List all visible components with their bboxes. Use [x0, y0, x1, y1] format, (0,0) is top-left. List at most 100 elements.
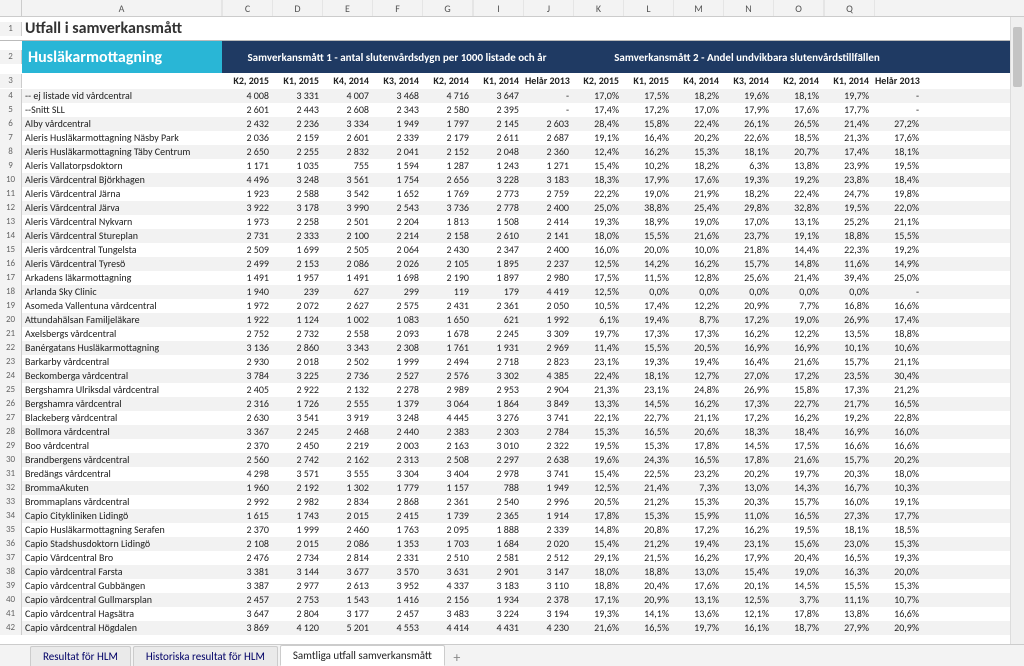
row-number[interactable]: 41: [0, 607, 22, 621]
scrollbar-thumb[interactable]: [1013, 27, 1022, 87]
data-cell[interactable]: 17,3%: [622, 327, 672, 341]
data-cell[interactable]: 15,7%: [772, 495, 822, 509]
data-cell[interactable]: 21,2%: [622, 537, 672, 551]
data-cell[interactable]: 2 499: [222, 257, 272, 271]
row-name[interactable]: Alby vårdcentral: [22, 117, 222, 131]
data-cell[interactable]: 25,6%: [722, 271, 772, 285]
data-cell[interactable]: 3 404: [422, 467, 472, 481]
row-name[interactable]: --Snitt SLL: [22, 103, 222, 117]
row-number[interactable]: 32: [0, 481, 22, 495]
data-cell[interactable]: 20,2%: [722, 467, 772, 481]
data-cell[interactable]: 17,3%: [722, 397, 772, 411]
data-cell[interactable]: 0,0%: [672, 285, 722, 299]
data-cell[interactable]: 14,3%: [772, 481, 822, 495]
data-cell[interactable]: 21,6%: [572, 621, 622, 635]
data-cell[interactable]: 2 159: [272, 131, 322, 145]
data-cell[interactable]: 16,2%: [672, 551, 722, 565]
data-cell[interactable]: 4 298: [222, 467, 272, 481]
col-letter-C[interactable]: C: [223, 0, 273, 16]
row-number[interactable]: 8: [0, 145, 22, 159]
data-cell[interactable]: 1 999: [372, 355, 422, 369]
col-letter-D[interactable]: D: [273, 0, 323, 16]
col-letter-A[interactable]: A: [22, 0, 222, 16]
data-cell[interactable]: 19,0%: [622, 187, 672, 201]
data-cell[interactable]: 15,4%: [572, 537, 622, 551]
data-cell[interactable]: 2 969: [522, 341, 572, 355]
row-name[interactable]: Asomeda Vallentuna vårdcentral: [22, 299, 222, 313]
data-cell[interactable]: 18,2%: [672, 159, 722, 173]
row-name[interactable]: Aleris vårdcentral Tungelsta: [22, 243, 222, 257]
data-cell[interactable]: 1 931: [472, 341, 522, 355]
data-cell[interactable]: 19,1%: [772, 229, 822, 243]
data-cell[interactable]: 2 603: [522, 117, 572, 131]
data-cell[interactable]: 2 718: [472, 355, 522, 369]
data-cell[interactable]: 2 219: [322, 439, 372, 453]
data-cell[interactable]: 30,4%: [872, 369, 922, 383]
data-cell[interactable]: 17,6%: [672, 579, 722, 593]
data-cell[interactable]: 2 255: [272, 145, 322, 159]
data-cell[interactable]: 3 555: [322, 467, 372, 481]
data-cell[interactable]: -: [872, 89, 922, 103]
data-cell[interactable]: 2 543: [372, 201, 422, 215]
data-cell[interactable]: 2 992: [222, 495, 272, 509]
data-cell[interactable]: 2 613: [322, 579, 372, 593]
data-cell[interactable]: 2 236: [272, 117, 322, 131]
data-cell[interactable]: 4 716: [422, 89, 472, 103]
data-cell[interactable]: 19,8%: [872, 187, 922, 201]
data-cell[interactable]: 11,5%: [622, 271, 672, 285]
data-cell[interactable]: 4 120: [272, 621, 322, 635]
row-name[interactable]: Arkadens läkarmottagning: [22, 271, 222, 285]
data-cell[interactable]: 22,7%: [772, 397, 822, 411]
data-cell[interactable]: 3 571: [272, 467, 322, 481]
data-cell[interactable]: 1 243: [472, 159, 522, 173]
data-cell[interactable]: 2 343: [372, 103, 422, 117]
data-cell[interactable]: 2 494: [422, 355, 472, 369]
data-cell[interactable]: 2 510: [422, 551, 472, 565]
data-cell[interactable]: 22,4%: [672, 117, 722, 131]
data-cell[interactable]: 19,4%: [672, 537, 722, 551]
data-cell[interactable]: 16,8%: [822, 299, 872, 313]
data-cell[interactable]: 3 381: [222, 565, 272, 579]
data-cell[interactable]: 2 322: [522, 439, 572, 453]
data-cell[interactable]: 1 895: [472, 257, 522, 271]
data-cell[interactable]: 19,3%: [722, 173, 772, 187]
data-cell[interactable]: 1 960: [222, 481, 272, 495]
data-cell[interactable]: 25,2%: [822, 215, 872, 229]
data-cell[interactable]: 23,1%: [722, 537, 772, 551]
data-cell[interactable]: 21,2%: [622, 495, 672, 509]
data-cell[interactable]: 17,2%: [722, 411, 772, 425]
row-number[interactable]: 4: [0, 89, 22, 103]
data-cell[interactable]: 15,7%: [822, 453, 872, 467]
row-name[interactable]: Axelsbergs vårdcentral: [22, 327, 222, 341]
data-cell[interactable]: 1 302: [322, 481, 372, 495]
data-cell[interactable]: 1 897: [472, 271, 522, 285]
data-cell[interactable]: 2 370: [222, 439, 272, 453]
data-cell[interactable]: 1 957: [272, 271, 322, 285]
data-cell[interactable]: 18,1%: [622, 369, 672, 383]
data-cell[interactable]: 0,0%: [772, 285, 822, 299]
row-name[interactable]: Barkarby vårdcentral: [22, 355, 222, 369]
data-cell[interactable]: 16,5%: [622, 621, 672, 635]
data-cell[interactable]: 621: [472, 313, 522, 327]
data-cell[interactable]: 2 610: [472, 229, 522, 243]
tab-historiska[interactable]: Historiska resultat för HLM: [133, 646, 278, 666]
data-cell[interactable]: 2 105: [422, 257, 472, 271]
data-cell[interactable]: 25,4%: [672, 201, 722, 215]
row-name[interactable]: Aleris Vårdcentral Björkhagen: [22, 173, 222, 187]
data-cell[interactable]: 16,1%: [722, 621, 772, 635]
data-cell[interactable]: 1 035: [272, 159, 322, 173]
data-cell[interactable]: 1 703: [422, 537, 472, 551]
data-cell[interactable]: 2 508: [422, 453, 472, 467]
data-cell[interactable]: 16,6%: [872, 439, 922, 453]
data-cell[interactable]: 2 576: [422, 369, 472, 383]
data-cell[interactable]: 1 940: [222, 285, 272, 299]
data-cell[interactable]: 2 460: [322, 523, 372, 537]
data-cell[interactable]: 179: [472, 285, 522, 299]
data-cell[interactable]: 2 832: [322, 145, 372, 159]
data-cell[interactable]: 16,6%: [872, 299, 922, 313]
data-cell[interactable]: 1 923: [222, 187, 272, 201]
data-cell[interactable]: 2 153: [272, 257, 322, 271]
data-cell[interactable]: 20,8%: [622, 523, 672, 537]
data-cell[interactable]: 1 763: [372, 523, 422, 537]
data-cell[interactable]: 13,8%: [772, 159, 822, 173]
